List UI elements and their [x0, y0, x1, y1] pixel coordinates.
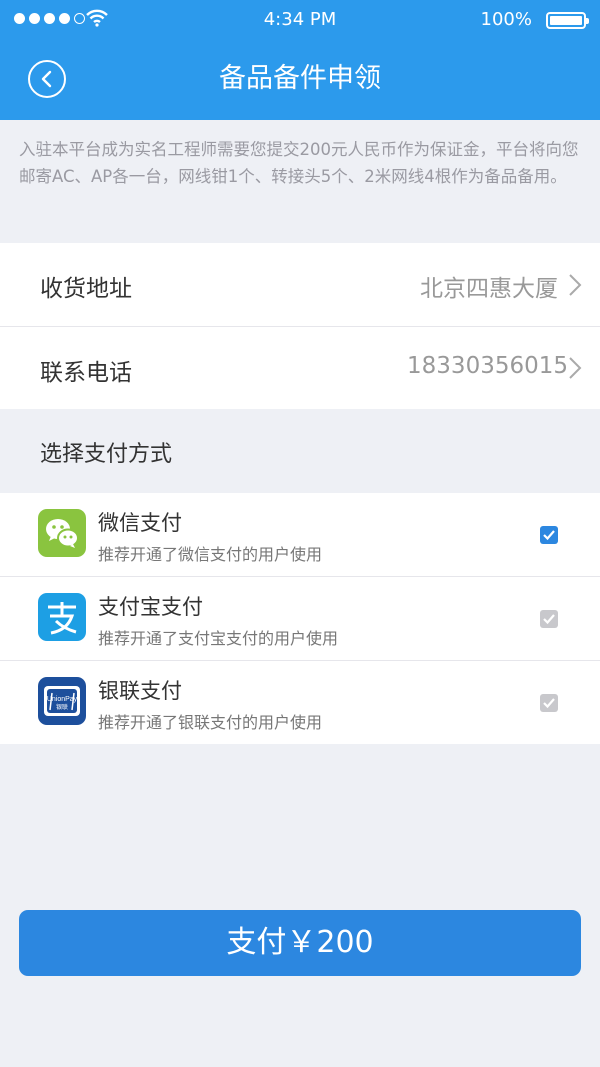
- payment-option-desc: 推荐开通了支付宝支付的用户使用: [98, 629, 339, 648]
- payment-section-title: 选择支付方式: [40, 442, 173, 467]
- app-header: 4:34 PM 100% 备品备件申领: [0, 0, 600, 120]
- phone-label: 联系电话: [40, 360, 132, 386]
- checkbox-checked-icon[interactable]: [540, 526, 558, 544]
- address-value: 北京四惠大厦: [420, 276, 558, 302]
- phone-row[interactable]: 联系电话 18330356015: [0, 327, 600, 409]
- page-title: 备品备件申领: [219, 63, 381, 94]
- chevron-right-icon: [569, 274, 582, 296]
- payment-option-desc: 推荐开通了微信支付的用户使用: [98, 545, 323, 564]
- payment-option-wechat[interactable]: 微信支付 推荐开通了微信支付的用户使用: [0, 493, 600, 576]
- unionpay-icon: UnionPay 银联: [38, 677, 86, 725]
- address-label: 收货地址: [40, 276, 132, 302]
- payment-option-name: 支付宝支付: [98, 595, 203, 619]
- payment-option-desc: 推荐开通了银联支付的用户使用: [98, 713, 323, 732]
- battery-icon: [546, 12, 589, 29]
- checkbox-unchecked-icon[interactable]: [540, 610, 558, 628]
- payment-option-name: 微信支付: [98, 511, 182, 535]
- unionpay-logo-text: UnionPay: [47, 696, 78, 703]
- alipay-icon: [38, 593, 86, 641]
- payment-option-name: 银联支付: [98, 679, 182, 703]
- wechat-pay-icon: [38, 509, 86, 557]
- status-bar: 4:34 PM 100%: [0, 8, 600, 32]
- chevron-right-icon: [569, 357, 582, 379]
- payment-option-unionpay[interactable]: UnionPay 银联 银联支付 推荐开通了银联支付的用户使用: [0, 661, 600, 744]
- phone-value: 18330356015: [407, 353, 568, 379]
- address-row[interactable]: 收货地址 北京四惠大厦: [0, 243, 600, 326]
- battery-percent: 100%: [480, 9, 532, 30]
- pay-button[interactable]: 支付￥200: [19, 910, 581, 976]
- checkbox-unchecked-icon[interactable]: [540, 694, 558, 712]
- unionpay-logo-text-cn: 银联: [56, 703, 68, 711]
- deposit-notice: 入驻本平台成为实名工程师需要您提交200元人民币作为保证金，平台将向您邮寄AC、…: [19, 140, 579, 186]
- payment-option-alipay[interactable]: 支付宝支付 推荐开通了支付宝支付的用户使用: [0, 577, 600, 660]
